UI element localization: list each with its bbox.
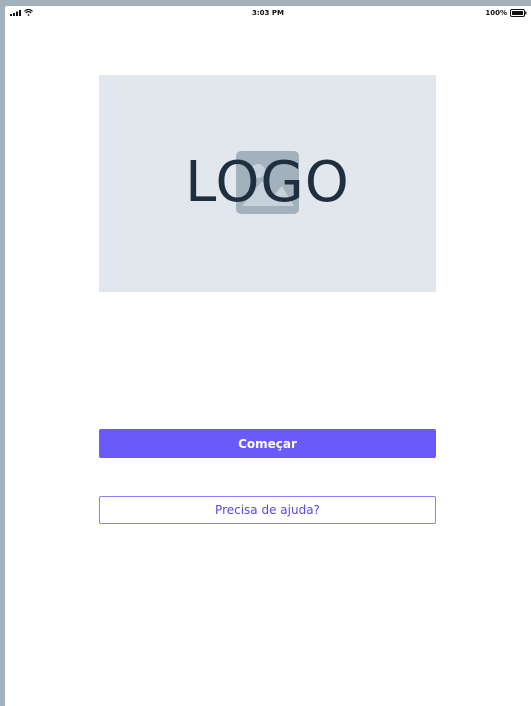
app-screen: 3:03 PM 100% LOGO Começar Precisa de aju… <box>5 6 531 706</box>
status-bar: 3:03 PM 100% <box>5 6 531 20</box>
battery-percentage: 100% <box>485 9 507 17</box>
status-time: 3:03 PM <box>252 9 284 17</box>
battery-full-icon <box>510 9 527 17</box>
logo-text: LOGO <box>185 150 350 215</box>
logo-placeholder: LOGO <box>99 75 436 292</box>
start-button[interactable]: Começar <box>99 429 436 458</box>
help-button[interactable]: Precisa de ajuda? <box>99 496 436 524</box>
